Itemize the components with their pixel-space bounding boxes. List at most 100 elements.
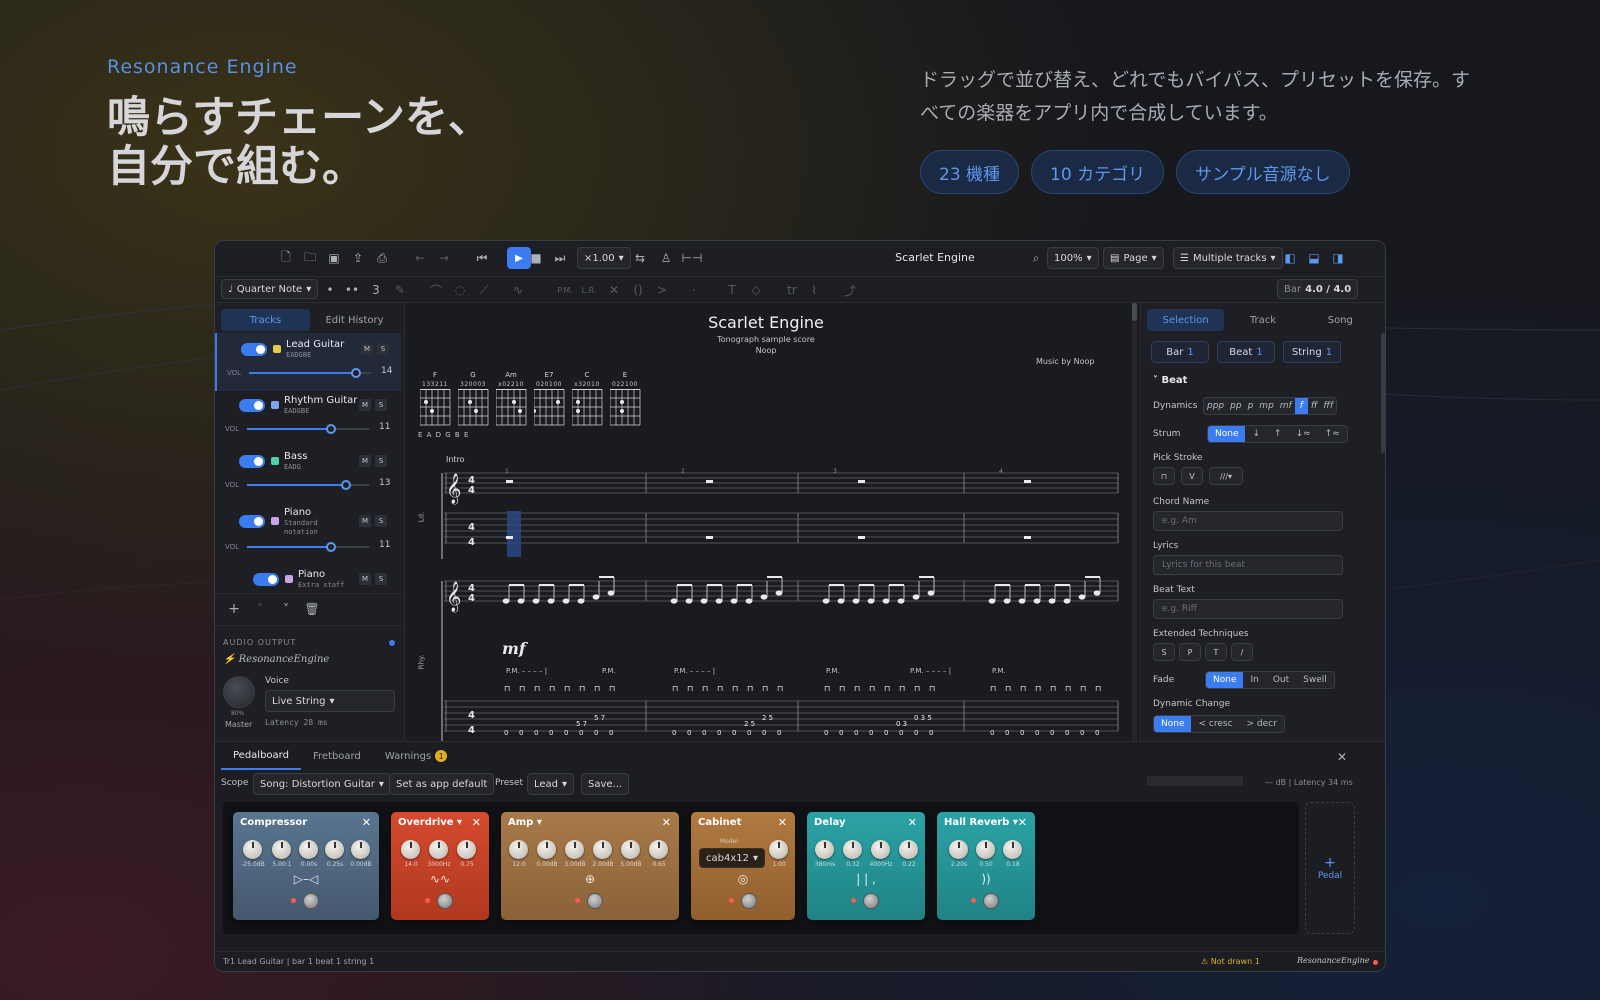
volume-slider-handle[interactable]: [326, 424, 337, 434]
skip-forward-icon[interactable]: ⏭: [551, 249, 569, 267]
right-panel-toggle-icon[interactable]: ◨: [1329, 249, 1347, 267]
pedal-knob[interactable]: [565, 840, 584, 859]
voice-select[interactable]: Live String ▾: [265, 690, 395, 712]
pedal-knob[interactable]: [843, 840, 862, 859]
status-warning[interactable]: ⚠ Not drawn 1: [1201, 957, 1260, 966]
pedal-knob[interactable]: [949, 840, 968, 859]
harmonic-icon[interactable]: ◇: [747, 281, 765, 299]
let-ring-label[interactable]: L.R.: [577, 281, 601, 299]
technique-slash-button[interactable]: /: [1231, 643, 1253, 661]
dynamic-change-selector[interactable]: None < cresc > decr: [1153, 715, 1285, 733]
pedal-compressor[interactable]: Compressor ✕ -25.0dB 5.00:1 0.00s 0.25s 0…: [233, 812, 379, 920]
pedal-knob[interactable]: [325, 840, 344, 859]
pedal-knob[interactable]: [593, 840, 612, 859]
pedal-knob[interactable]: [649, 840, 668, 859]
lyrics-input[interactable]: Lyrics for this beat: [1153, 555, 1343, 575]
dynchange-none[interactable]: None: [1154, 716, 1192, 732]
pedal-knob[interactable]: [815, 840, 834, 859]
mute-button[interactable]: M: [359, 455, 371, 467]
close-icon[interactable]: ✕: [472, 816, 481, 829]
vibrato-icon[interactable]: ∿: [509, 281, 527, 299]
dynchange-decr[interactable]: > decr: [1240, 716, 1284, 732]
chip-bar[interactable]: Bar 1: [1151, 341, 1209, 363]
palm-mute-label[interactable]: P.M.: [553, 281, 577, 299]
cabinet-model-select[interactable]: cab4x12 ▾: [699, 848, 766, 868]
dot-icon[interactable]: •: [321, 281, 339, 299]
bypass-footswitch[interactable]: [587, 893, 603, 909]
close-panel-icon[interactable]: ✕: [1333, 748, 1351, 766]
layout-select[interactable]: ▤ Page ▾: [1103, 247, 1164, 269]
score-scrollbar[interactable]: [1132, 303, 1137, 741]
dyn-p[interactable]: p: [1245, 398, 1257, 414]
open-folder-icon[interactable]: 🗀: [301, 249, 319, 267]
track-rhythm-guitar[interactable]: Rhythm Guitar EADGBE M S VOL 11: [215, 389, 401, 447]
volume-slider[interactable]: [247, 480, 369, 490]
technique-s-button[interactable]: S: [1153, 643, 1175, 661]
tracks-mode-select[interactable]: ☰ Multiple tracks ▾: [1173, 247, 1283, 269]
chord-name-input[interactable]: e.g. Am: [1153, 511, 1343, 531]
pedal-overdrive[interactable]: Overdrive ▾ ✕ 14.0 3000Hz 0.75 ∿∿: [391, 812, 489, 920]
zoom-select[interactable]: 100% ▾: [1047, 247, 1099, 269]
pedal-delay[interactable]: Delay ✕ 380ms 0.32 4000Hz 0.22 | | ,: [807, 812, 925, 920]
chip-beat[interactable]: Beat 1: [1217, 341, 1275, 363]
pedal-cabinet[interactable]: Cabinet ✕ Model cab4x12 ▾ 1.00 ◎: [691, 812, 795, 920]
bend-icon[interactable]: ⤴: [841, 281, 859, 299]
text-icon[interactable]: T: [723, 281, 741, 299]
pedal-knob[interactable]: [899, 840, 918, 859]
redo-icon[interactable]: →: [435, 249, 453, 267]
search-icon[interactable]: ⌕: [1027, 249, 1045, 267]
strum-down-arp[interactable]: ↓≈: [1289, 426, 1318, 442]
tab-song[interactable]: Song: [1302, 309, 1379, 331]
beat-section-header[interactable]: ˅ Beat: [1153, 375, 1187, 386]
export-icon[interactable]: ⇪: [349, 249, 367, 267]
close-icon[interactable]: ✕: [908, 816, 917, 829]
volume-slider-handle[interactable]: [326, 542, 337, 552]
technique-t-button[interactable]: T: [1205, 643, 1227, 661]
pedal-knob[interactable]: [457, 840, 476, 859]
downstroke-icon[interactable]: ⊓: [1153, 467, 1175, 485]
fade-out[interactable]: Out: [1266, 672, 1296, 688]
tab-tracks[interactable]: Tracks: [221, 309, 310, 331]
track-enable-toggle[interactable]: [239, 455, 265, 468]
mute-button[interactable]: M: [361, 343, 373, 355]
skip-back-icon[interactable]: ⏮: [473, 249, 491, 267]
volume-slider[interactable]: [247, 542, 369, 552]
ghost-icon[interactable]: ◌: [451, 281, 469, 299]
track-enable-toggle[interactable]: [253, 573, 279, 586]
pedal-knob[interactable]: [243, 840, 262, 859]
pedal-knob[interactable]: [401, 840, 420, 859]
count-in-icon[interactable]: ⊢⊣: [682, 249, 703, 267]
left-panel-toggle-icon[interactable]: ◧: [1281, 249, 1299, 267]
solo-button[interactable]: S: [375, 573, 387, 585]
strum-selector[interactable]: None ↓ ↑ ↓≈ ↑≈: [1207, 425, 1348, 443]
tab-selection[interactable]: Selection: [1147, 309, 1225, 331]
close-icon[interactable]: ✕: [778, 816, 787, 829]
track-enable-toggle[interactable]: [239, 399, 265, 412]
add-track-icon[interactable]: +: [225, 600, 243, 618]
strum-up-arp[interactable]: ↑≈: [1318, 426, 1347, 442]
pedal-knob[interactable]: [1003, 840, 1022, 859]
fade-in[interactable]: In: [1243, 672, 1265, 688]
pedal-knob[interactable]: [272, 840, 291, 859]
pen-icon[interactable]: ✎: [391, 281, 409, 299]
tab-pedalboard[interactable]: Pedalboard: [221, 742, 301, 770]
pedal-knob[interactable]: [976, 840, 995, 859]
close-icon[interactable]: ✕: [1018, 816, 1027, 829]
tab-track[interactable]: Track: [1224, 309, 1301, 331]
chip-string[interactable]: String 1: [1283, 341, 1341, 363]
dyn-mf[interactable]: mf: [1277, 398, 1295, 414]
undo-icon[interactable]: ←: [411, 249, 429, 267]
pedal-knob[interactable]: [509, 840, 528, 859]
dyn-mp[interactable]: mp: [1256, 398, 1276, 414]
pedal-hall-reverb[interactable]: Hall Reverb ▾ ✕ 2.20s 0.50 0.18 )): [937, 812, 1035, 920]
bypass-footswitch[interactable]: [983, 893, 999, 909]
dynchange-cresc[interactable]: < cresc: [1191, 716, 1239, 732]
trill-icon[interactable]: tr: [783, 281, 801, 299]
dyn-ff[interactable]: ff: [1308, 398, 1321, 414]
close-icon[interactable]: ✕: [362, 816, 371, 829]
technique-p-button[interactable]: P: [1179, 643, 1201, 661]
inspector-scrollbar[interactable]: [1381, 333, 1385, 453]
dynamics-selector[interactable]: ppp pp p mp mf f ff fff: [1203, 397, 1338, 415]
fade-selector[interactable]: None In Out Swell: [1205, 671, 1335, 689]
mute-button[interactable]: M: [359, 573, 371, 585]
